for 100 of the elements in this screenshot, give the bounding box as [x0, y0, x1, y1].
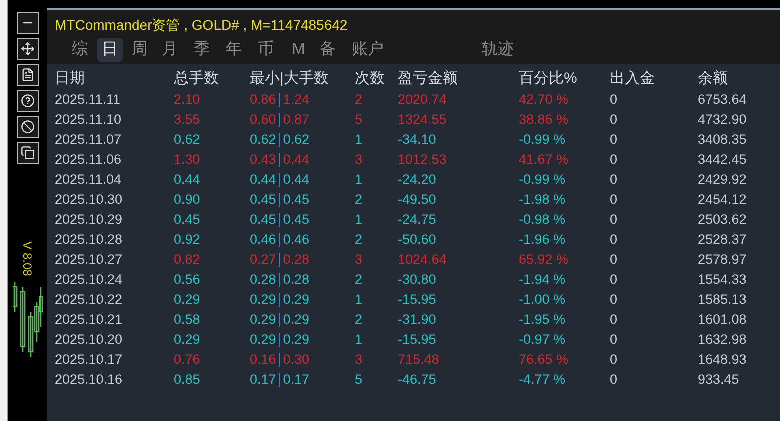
max-lots-cell-text: 0.28	[283, 270, 310, 289]
deposit-cell: 0	[610, 172, 618, 187]
profit-cell: -34.10	[398, 132, 436, 147]
tab[interactable]: M	[287, 38, 310, 62]
max-lots-cell-text: 0.44	[283, 150, 310, 169]
tab[interactable]: 月	[157, 38, 183, 62]
min-lots-cell-text: 0.86	[250, 90, 276, 109]
total-lots-cell: 0.92	[174, 232, 200, 247]
tab[interactable]: 周	[127, 38, 153, 62]
tab[interactable]: 币	[253, 38, 279, 62]
tab[interactable]: 综	[67, 38, 93, 62]
count-cell: 5	[355, 112, 363, 127]
min-lots-cell-text: 0.28	[250, 270, 276, 289]
profit-cell: 715.48	[398, 352, 440, 367]
min-lots-cell-text: 0.29	[250, 330, 276, 349]
min-lots-cell-text: 0.62	[250, 130, 276, 149]
percent-cell: -0.98 %	[519, 212, 566, 227]
percent-cell: -1.98 %	[519, 192, 566, 207]
count-cell: 1	[355, 132, 363, 147]
count-cell: 3	[355, 152, 363, 167]
ban-icon[interactable]	[16, 116, 38, 138]
total-lots-cell: 0.90	[174, 192, 200, 207]
total-lots-cell: 0.58	[174, 312, 200, 327]
count-cell: 1	[355, 332, 363, 347]
percent-cell: -1.94 %	[519, 272, 566, 287]
max-lots-cell-text: 0.87	[283, 110, 310, 129]
deposit-cell: 0	[610, 372, 618, 387]
restore-icon[interactable]	[16, 142, 38, 164]
column-header: 百分比%	[519, 70, 578, 87]
deposit-cell: 0	[610, 312, 618, 327]
total-lots-cell: 0.29	[174, 332, 200, 347]
deposit-cell: 0	[610, 192, 618, 207]
tab[interactable]: 年	[221, 38, 247, 62]
count-cell: 3	[355, 352, 363, 367]
count-cell: 2	[355, 272, 363, 287]
tab[interactable]: 备	[315, 38, 341, 62]
count-cell: 2	[355, 232, 363, 247]
total-lots-cell: 2.10	[174, 92, 200, 107]
percent-cell: -0.99 %	[519, 132, 566, 147]
profit-cell: -50.60	[398, 232, 436, 247]
profit-cell: -31.90	[398, 312, 436, 327]
tab[interactable]: 轨迹	[477, 38, 519, 62]
max-lots-cell-text: 0.30	[283, 350, 310, 369]
chart-label: V 8.08	[20, 242, 36, 276]
count-cell: 3	[355, 252, 363, 267]
deposit-cell: 0	[610, 292, 618, 307]
total-lots-cell: 3.55	[174, 112, 200, 127]
total-lots-cell: 0.85	[174, 372, 200, 387]
balance-cell: 1601.08	[698, 312, 747, 327]
date-cell: 2025.10.27	[55, 252, 123, 267]
balance-cell: 933.45	[698, 372, 740, 387]
max-lots-cell-text: 0.29	[283, 290, 310, 309]
balance-cell: 2454.12	[698, 192, 747, 207]
percent-cell: 76.65 %	[519, 352, 569, 367]
min-lots-cell-text: 0.60	[250, 110, 276, 129]
tab[interactable]: 季	[189, 38, 215, 62]
max-lots-cell-text: 0.62	[283, 130, 310, 149]
balance-cell: 6753.64	[698, 92, 747, 107]
deposit-cell: 0	[610, 132, 618, 147]
total-lots-cell: 0.44	[174, 172, 200, 187]
count-cell: 1	[355, 212, 363, 227]
balance-cell: 1648.93	[698, 352, 747, 367]
date-cell: 2025.10.29	[55, 212, 123, 227]
tab[interactable]: 日	[97, 38, 123, 62]
balance-cell: 4732.90	[698, 112, 747, 127]
date-cell: 2025.11.06	[55, 152, 122, 167]
help-icon[interactable]	[16, 90, 38, 112]
min-lots-cell-text: 0.16	[250, 350, 276, 369]
balance-cell: 2578.97	[698, 252, 747, 267]
count-cell: 2	[355, 92, 363, 107]
min-lots-cell-text: 0.27	[250, 250, 276, 269]
deposit-cell: 0	[610, 92, 618, 107]
min-lots-cell-text: 0.46	[250, 230, 276, 249]
max-lots-cell-text: 0.17	[283, 370, 310, 389]
move-icon[interactable]	[16, 38, 38, 60]
minimize-icon[interactable]	[16, 12, 38, 34]
max-lots-cell-text: 0.45	[283, 210, 310, 229]
balance-cell: 3442.45	[698, 152, 747, 167]
tab[interactable]: 账户	[347, 38, 389, 62]
balance-cell: 1632.98	[698, 332, 747, 347]
profit-cell: -30.80	[398, 272, 436, 287]
count-cell: 2	[355, 312, 363, 327]
total-lots-cell: 0.29	[174, 292, 200, 307]
percent-cell: 42.70 %	[519, 92, 569, 107]
total-lots-cell: 0.82	[174, 252, 200, 267]
max-lots-cell-text: 0.46	[283, 230, 310, 249]
deposit-cell: 0	[610, 112, 618, 127]
column-header: 出入金	[610, 70, 655, 87]
document-icon[interactable]	[16, 64, 38, 86]
profit-cell: 1324.55	[398, 112, 447, 127]
deposit-cell: 0	[610, 212, 618, 227]
min-lots-cell-text: 0.45	[250, 210, 276, 229]
total-lots-cell: 1.30	[174, 152, 200, 167]
deposit-cell: 0	[610, 352, 618, 367]
min-lots-cell-text: 0.45	[250, 190, 276, 209]
date-cell: 2025.10.30	[55, 192, 123, 207]
min-lots-cell-text: 0.43	[250, 150, 276, 169]
deposit-cell: 0	[610, 252, 618, 267]
balance-cell: 2528.37	[698, 232, 747, 247]
profit-cell: -24.75	[398, 212, 436, 227]
